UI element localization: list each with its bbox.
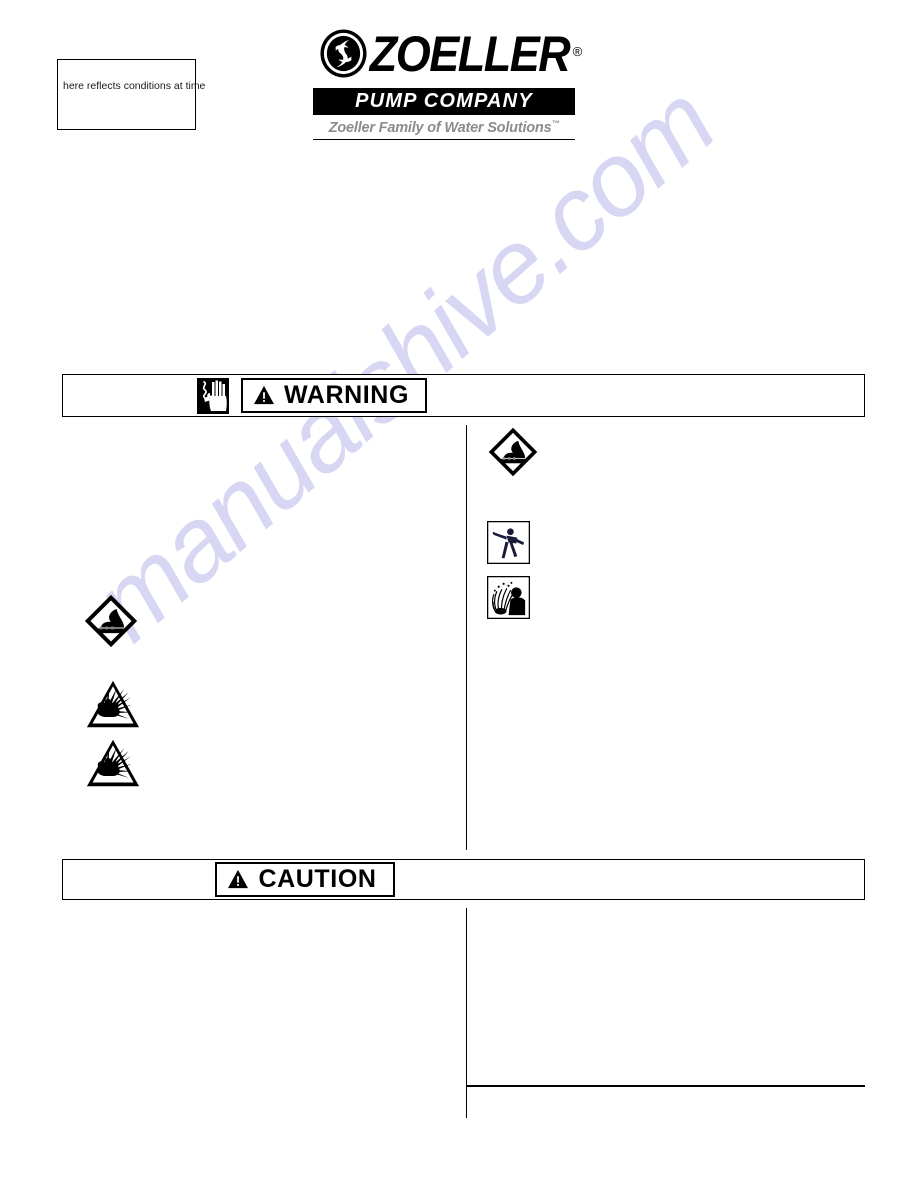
electric-shock-hand-icon	[196, 377, 229, 414]
explosion-triangle-icon	[86, 738, 140, 788]
revision-note-text: here reflects conditions at time	[63, 80, 206, 92]
caution-horizontal-rule	[466, 1085, 865, 1087]
logo-underline-rule	[313, 138, 575, 140]
revision-note-box: here reflects conditions at time	[57, 59, 205, 130]
logo-row: ZOELLER ®	[313, 18, 583, 83]
registered-trademark-icon: ®	[572, 43, 583, 60]
caution-label-text: CAUTION	[258, 865, 377, 893]
logo-wordmark: ZOELLER ®	[369, 25, 583, 83]
caution-banner-inner: CAUTION	[63, 862, 864, 897]
document-page: manualshive.com here reflects conditions…	[0, 0, 918, 1188]
pump-company-text: PUMP COMPANY	[355, 90, 533, 112]
zoeller-swirl-emblem-icon	[319, 29, 368, 78]
pump-company-bar: PUMP COMPANY	[313, 88, 575, 115]
explosion-triangle-icon	[86, 679, 140, 729]
company-logo-block: ZOELLER ® PUMP COMPANY Zoeller Family of…	[313, 18, 583, 140]
electrocution-person-icon	[485, 519, 532, 566]
company-tagline-text: Zoeller Family of Water Solutions	[328, 119, 552, 136]
logo-wordmark-text: ZOELLER	[369, 25, 571, 83]
warning-banner-inner: WARNING	[63, 377, 864, 414]
warning-triangle-icon	[253, 385, 274, 405]
warning-column-divider	[466, 425, 467, 850]
caution-label: CAUTION	[215, 862, 395, 897]
warning-banner: WARNING	[62, 374, 865, 417]
trademark-icon: ™	[551, 119, 560, 128]
company-tagline: Zoeller Family of Water Solutions™	[313, 119, 575, 136]
warning-triangle-icon	[228, 869, 249, 889]
warning-label-text: WARNING	[283, 381, 410, 409]
watermark-text: manualshive.com	[71, 64, 736, 663]
caution-banner: CAUTION	[62, 859, 865, 900]
explosion-spray-person-icon	[485, 574, 532, 621]
flammable-diamond-icon	[83, 593, 139, 649]
flammable-diamond-icon	[487, 426, 539, 478]
warning-label: WARNING	[240, 378, 428, 413]
